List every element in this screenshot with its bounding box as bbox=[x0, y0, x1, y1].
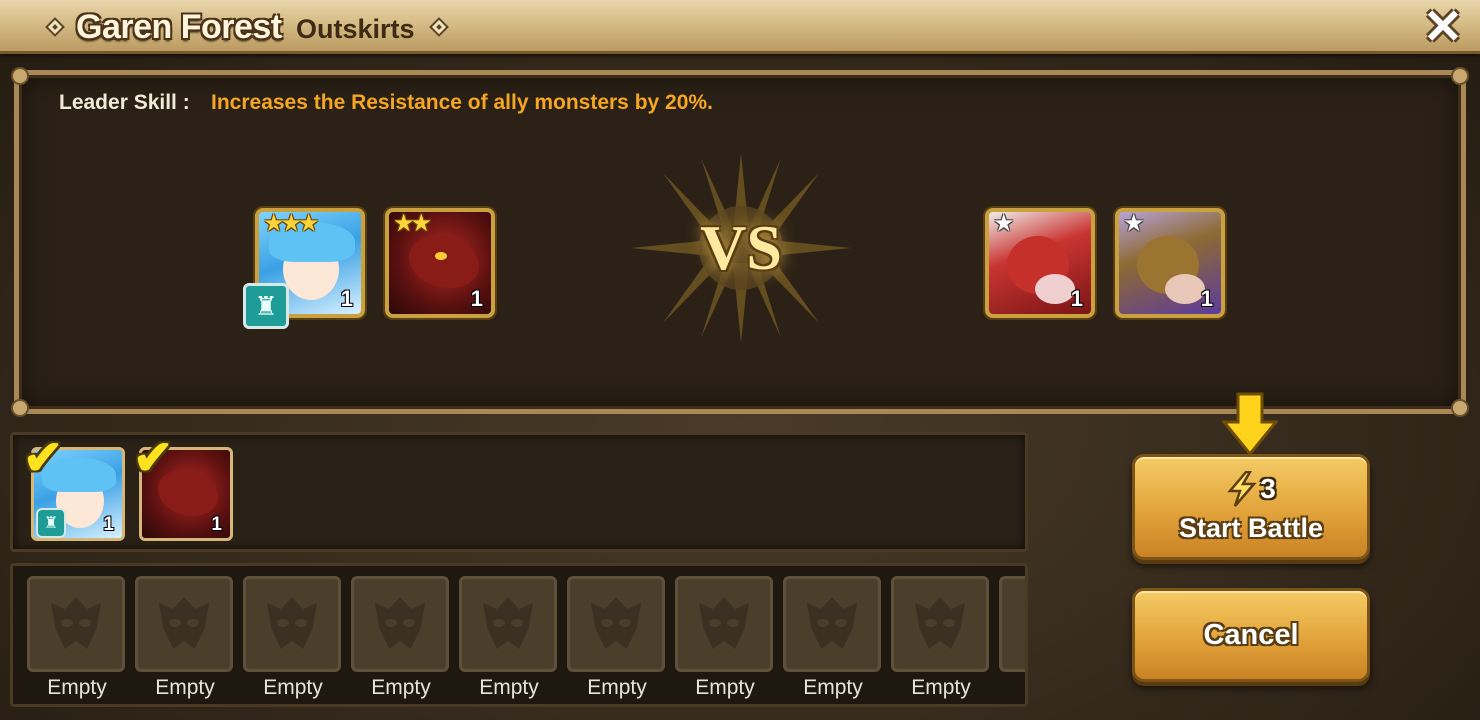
monster-level: 1 bbox=[103, 514, 114, 535]
monster-level: 1 bbox=[211, 514, 222, 535]
star-rating: ★★★ bbox=[263, 210, 320, 237]
diamond-ornament-icon bbox=[429, 17, 449, 37]
leader-skill-description: Increases the Resistance of ally monster… bbox=[211, 91, 713, 114]
empty-slot-label: Empty bbox=[371, 676, 431, 699]
empty-slot-label: Empty bbox=[47, 676, 107, 699]
empty-slot-partial[interactable] bbox=[999, 576, 1025, 672]
diamond-ornament-icon bbox=[45, 17, 65, 37]
hellhound-head-icon bbox=[409, 236, 479, 288]
down-arrow-icon bbox=[1222, 392, 1278, 456]
start-battle-label: Start Battle bbox=[1178, 512, 1324, 543]
corner-ornament-icon bbox=[1451, 399, 1469, 417]
empty-monster-silhouette-icon bbox=[591, 597, 641, 649]
empty-monster-silhouette-icon bbox=[267, 597, 317, 649]
empty-slot-label: Empty bbox=[695, 676, 755, 699]
start-battle-button[interactable]: 3 Start Battle bbox=[1132, 454, 1370, 560]
enemy-monster-2[interactable]: ★ 1 bbox=[1115, 208, 1225, 318]
close-icon: ✕ bbox=[1422, 1, 1464, 54]
close-button[interactable]: ✕ bbox=[1420, 1, 1466, 54]
empty-monster-silhouette-icon bbox=[699, 597, 749, 649]
leader-skill-label: Leader Skill : bbox=[59, 91, 190, 114]
checkmark-icon: ✔ bbox=[23, 432, 64, 485]
dungeon-title: Garen Forest bbox=[76, 8, 282, 46]
checkmark-icon: ✔ bbox=[133, 432, 174, 485]
empty-slot-label: Empty bbox=[911, 676, 971, 699]
corner-ornament-icon bbox=[11, 67, 29, 85]
cancel-button[interactable]: Cancel bbox=[1132, 588, 1370, 682]
corner-ornament-icon bbox=[1451, 67, 1469, 85]
empty-slot-label: Empty bbox=[803, 676, 863, 699]
monster-level: 1 bbox=[1200, 286, 1213, 311]
boar-snout-icon bbox=[1035, 274, 1075, 304]
empty-slot-2[interactable] bbox=[135, 576, 233, 672]
empty-monster-silhouette-icon bbox=[375, 597, 425, 649]
empty-slot-label: Empty bbox=[263, 676, 323, 699]
empty-slot-7[interactable] bbox=[675, 576, 773, 672]
energy-cost-row: 3 bbox=[1226, 470, 1276, 507]
empty-slot-label: Empty bbox=[587, 676, 647, 699]
empty-slot-5[interactable] bbox=[459, 576, 557, 672]
monster-level: 1 bbox=[1070, 286, 1083, 311]
empty-slot-6[interactable] bbox=[567, 576, 665, 672]
monster-level: 1 bbox=[340, 286, 353, 311]
enemy-monster-1[interactable]: ★ 1 bbox=[985, 208, 1095, 318]
hellhound-eye-icon bbox=[435, 252, 447, 260]
empty-monster-silhouette-icon bbox=[51, 597, 101, 649]
empty-monster-silhouette-icon bbox=[159, 597, 209, 649]
vs-label: VS bbox=[700, 212, 782, 283]
stage-subtitle: Outskirts bbox=[296, 14, 415, 44]
star-rating: ★ bbox=[1123, 210, 1144, 237]
vs-emblem: VS bbox=[631, 153, 851, 343]
empty-slot-8[interactable] bbox=[783, 576, 881, 672]
selected-monsters-strip: ♜ 1 ✔ 1 ✔ bbox=[10, 432, 1028, 552]
star-rating: ★★ bbox=[393, 210, 432, 237]
boar-snout-icon bbox=[1165, 274, 1205, 304]
cancel-label: Cancel bbox=[1203, 618, 1299, 651]
empty-monster-silhouette-icon bbox=[807, 597, 857, 649]
battle-preview-panel: Leader Skill : Increases the Resistance … bbox=[11, 67, 1469, 417]
star-rating: ★ bbox=[993, 210, 1014, 237]
energy-cost-value: 3 bbox=[1260, 472, 1276, 504]
empty-slot-3[interactable] bbox=[243, 576, 341, 672]
empty-slot-label: Empty bbox=[479, 676, 539, 699]
empty-monster-silhouette-icon bbox=[915, 597, 965, 649]
leader-badge-icon: ♜ bbox=[243, 283, 289, 329]
corner-ornament-icon bbox=[11, 399, 29, 417]
leader-badge-icon: ♜ bbox=[36, 508, 66, 538]
empty-slot-9[interactable] bbox=[891, 576, 989, 672]
empty-slot-1[interactable] bbox=[27, 576, 125, 672]
empty-slot-4[interactable] bbox=[351, 576, 449, 672]
empty-slots-row: Empty Empty Empty Empty Empty Empty Empt… bbox=[10, 563, 1028, 707]
empty-slot-label: Empty bbox=[155, 676, 215, 699]
energy-bolt-icon bbox=[1227, 470, 1257, 507]
ally-monster-2[interactable]: ★★ 1 bbox=[385, 208, 495, 318]
header-bar: Garen Forest Outskirts ✕ bbox=[0, 0, 1480, 54]
monster-level: 1 bbox=[470, 286, 483, 311]
battle-setup-screen: Garen Forest Outskirts ✕ Leader Skill : … bbox=[0, 0, 1480, 720]
empty-monster-silhouette-icon bbox=[483, 597, 533, 649]
